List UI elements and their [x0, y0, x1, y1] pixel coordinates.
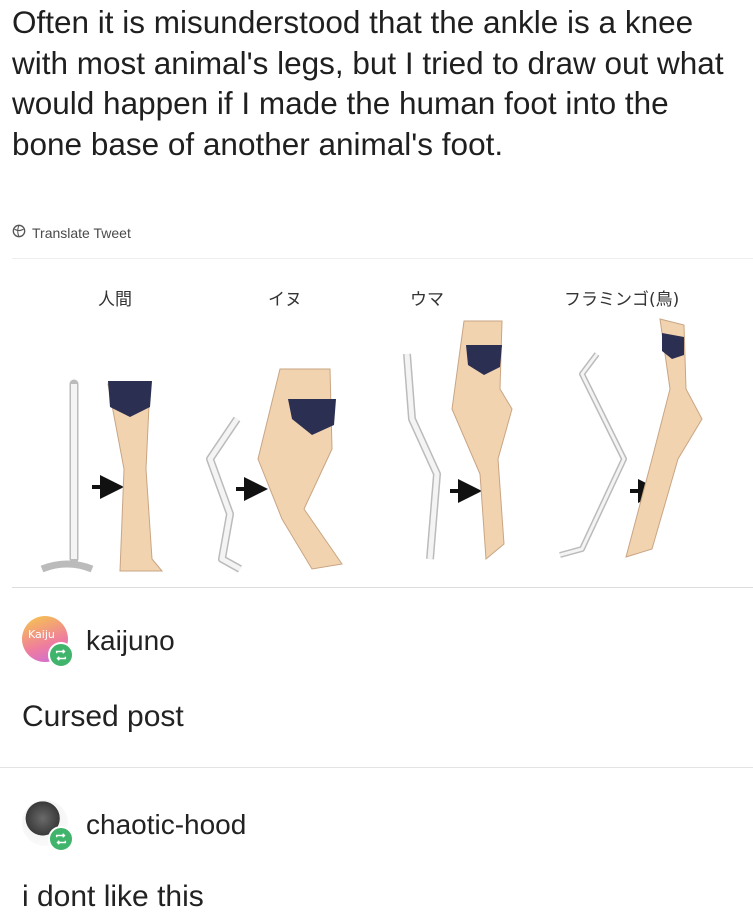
globe-icon: [12, 224, 26, 241]
flamingo-leg-drawing: [559, 318, 703, 558]
reblog-comment: Cursed post: [22, 700, 184, 733]
horse-leg-drawing: [403, 320, 513, 561]
legs-illustration: [40, 318, 703, 573]
tweet-text: Often it is misunderstood that the ankle…: [12, 4, 724, 162]
translate-tweet-label: Translate Tweet: [32, 224, 131, 241]
avatar[interactable]: Kaiju: [22, 616, 74, 668]
username[interactable]: chaotic-hood: [86, 809, 246, 841]
username[interactable]: kaijuno: [86, 625, 175, 657]
reblog-icon: [48, 826, 74, 852]
reblog-icon: [48, 642, 74, 668]
translate-tweet-link[interactable]: Translate Tweet: [12, 224, 131, 241]
reblog-comment: i dont like this: [22, 880, 204, 913]
divider: [0, 767, 753, 768]
avatar[interactable]: [22, 800, 74, 852]
reblog-header-2[interactable]: chaotic-hood: [22, 800, 246, 852]
dog-leg-drawing: [206, 368, 343, 573]
human-leg-drawing: [40, 379, 164, 573]
leg-comparison-figure: 人間 イヌ ウマ フラミンゴ(鳥): [12, 258, 753, 588]
reblog-header-1[interactable]: Kaiju kaijuno: [22, 616, 175, 668]
